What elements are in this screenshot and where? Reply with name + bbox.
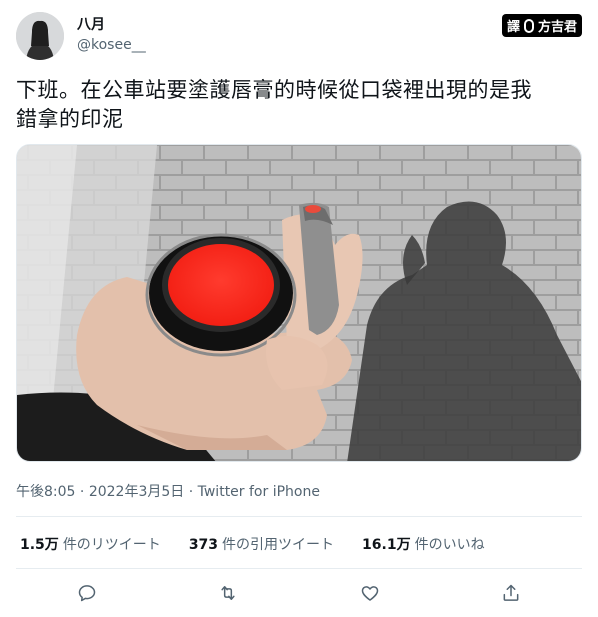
engagement-stats: 1.5万 件のリツイート 373 件の引用ツイート 16.1万 件のいいね [20, 534, 513, 554]
action-bar [16, 572, 582, 614]
stat-value: 1.5万 [20, 537, 59, 553]
tweet-meta: 午後8:05 · 2022年3月5日 · Twitter for iPhone [16, 481, 320, 501]
stat-value: 373 [188, 537, 219, 553]
avatar[interactable] [16, 12, 64, 60]
reply-button[interactable] [69, 575, 105, 611]
stat-label: 件のリツイート [62, 537, 161, 553]
retweet-button[interactable] [210, 575, 246, 611]
retweet-count[interactable]: 1.5万 件のリツイート [20, 534, 161, 554]
tweet-source[interactable]: Twitter for iPhone [198, 484, 320, 500]
tweet-photo[interactable] [16, 144, 582, 462]
stat-label: 件の引用ツイート [222, 537, 335, 553]
retweet-icon [221, 586, 235, 600]
translator-watermark: 譯 方吉君 [501, 14, 582, 37]
quote-count[interactable]: 373 件の引用ツイート [189, 534, 334, 554]
tweet-date[interactable]: 2022年3月5日 [89, 484, 184, 500]
share-button[interactable] [493, 575, 529, 611]
divider-bottom [16, 568, 582, 569]
watermark-mark [523, 18, 534, 33]
like-icon [361, 586, 378, 601]
divider-top [16, 516, 582, 517]
watermark-right: 方吉君 [537, 20, 577, 35]
tweet-line-2: 錯拿的印泥 [16, 107, 124, 131]
stat-label: 件のいいね [414, 537, 485, 553]
avatar-image [16, 12, 64, 60]
tweet-line-1: 下班。在公車站要塗護唇膏的時候從口袋裡出現的是我 [16, 78, 532, 102]
reply-icon [78, 585, 95, 602]
like-count[interactable]: 16.1万 件のいいね [362, 534, 485, 554]
stat-value: 16.1万 [362, 537, 411, 553]
meta-separator-2: · [188, 484, 194, 500]
ink-pad-photo [17, 145, 581, 461]
display-name[interactable]: 八月 [77, 14, 105, 34]
watermark-left: 譯 [506, 20, 520, 35]
meta-separator: · [79, 484, 85, 500]
like-button[interactable] [352, 575, 388, 611]
tweet-time[interactable]: 午後8:05 [16, 484, 75, 500]
tweet-text: 下班。在公車站要塗護唇膏的時候從口袋裡出現的是我 錯拿的印泥 [16, 76, 582, 134]
share-icon [503, 584, 519, 601]
user-handle[interactable]: @kosee__ [77, 37, 146, 53]
